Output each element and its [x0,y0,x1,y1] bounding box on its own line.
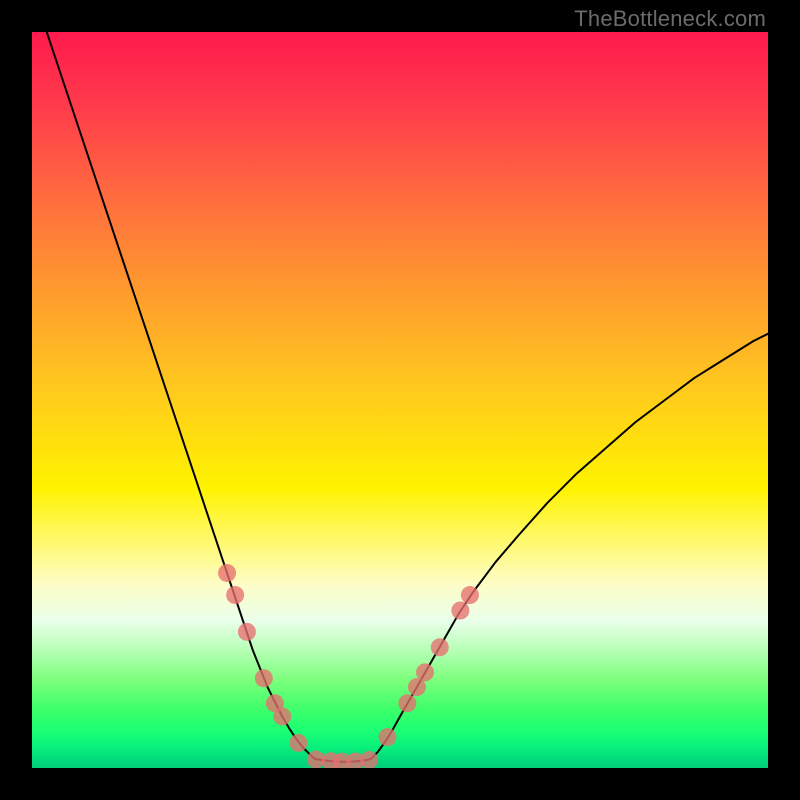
data-point-marker [218,564,236,582]
data-point-marker [226,586,244,604]
data-point-marker [378,728,396,746]
data-point-marker [238,623,256,641]
curve-left-branch [47,32,316,759]
data-point-marker [416,663,434,681]
data-point-marker [255,669,273,687]
data-point-marker [398,694,416,712]
curve-markers [218,564,479,768]
data-point-marker [273,707,291,725]
bottleneck-curve-chart [32,32,768,768]
data-point-marker [289,734,307,752]
data-point-marker [431,638,449,656]
watermark-text: TheBottleneck.com [574,6,766,32]
data-point-marker [461,586,479,604]
data-point-marker [451,602,469,620]
curve-right-branch [371,334,768,759]
